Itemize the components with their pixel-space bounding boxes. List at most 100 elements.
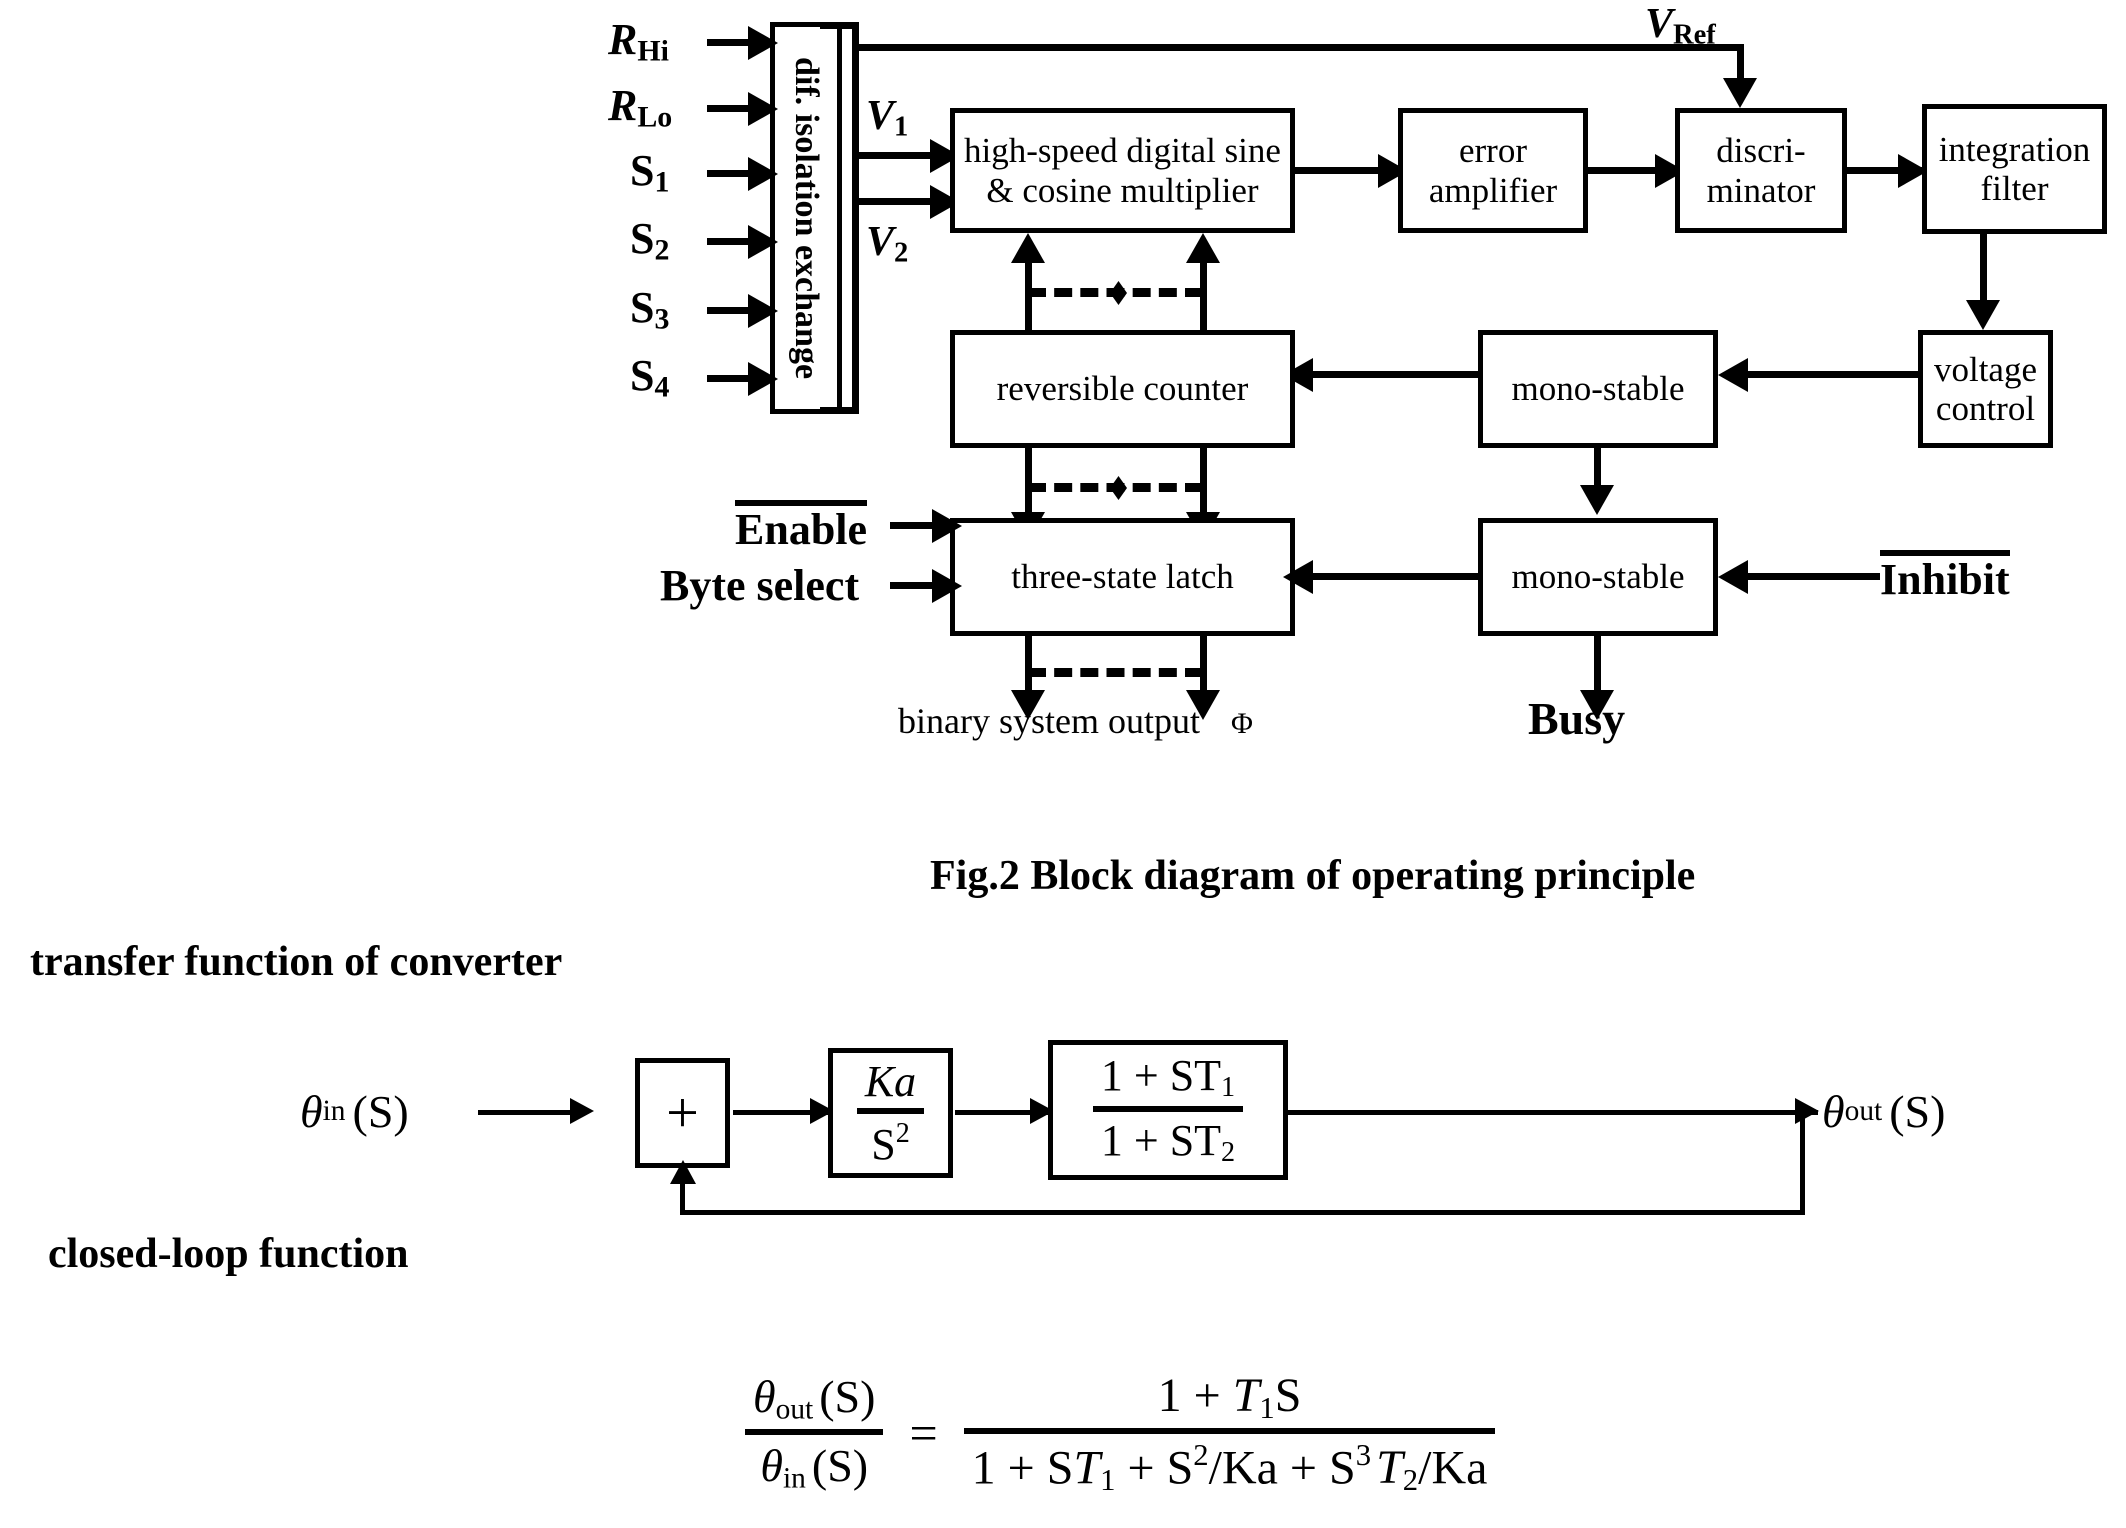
input-label-r-lo: RLo [608,80,672,135]
block-mono-stable-lower: mono-stable [1478,518,1718,636]
transfer-function-heading: transfer function of converter [30,939,563,985]
figure-page: dif. isolation exchange RHi RLo S1 S2 S3… [0,0,2126,1528]
control-input-inhibit-text: Inhibit [1880,550,2010,602]
input-arrowhead-s2 [748,225,778,259]
transfer-arrowhead-input-to-sum [570,1098,594,1124]
line-voltage-control-to-monostable-upper [1725,371,1921,378]
input-label-r-hi-text: R [608,15,638,64]
block-voltage-control-label: voltage control [1928,350,2043,428]
block-integration-filter-line1: integration [1938,129,2091,169]
closed-loop-rhs-num-p3: S [1274,1369,1302,1422]
closed-loop-lhs-num-theta: θ [753,1371,776,1423]
transfer-block-lead-lag-num-prefix: 1 + ST [1100,1051,1222,1101]
output-label-binary-system-output: binary system output Φ [898,700,1253,742]
closed-loop-rhs-den-p5: /Ka + S [1208,1441,1356,1495]
block-diagram-fig2: dif. isolation exchange RHi RLo S1 S2 S3… [0,0,2126,760]
vref-label-text: V [1645,1,1674,47]
transfer-arrowhead-output [1795,1098,1819,1124]
transfer-block-gain-den-base: S [871,1119,896,1169]
transfer-feedback-vertical-right [1800,1110,1805,1215]
closed-loop-lhs-numerator: θout (S) [745,1370,884,1435]
transfer-block-lead-lag-num-sub: 1 [1221,1072,1236,1104]
vref-label: VRef [1645,0,1716,51]
closed-loop-rhs-num-p0: 1 + [1157,1369,1233,1422]
input-label-s2-sub: 2 [654,233,670,267]
block-integration-filter-line2: filter [1980,169,2049,208]
block-discriminator-label: discri- minator [1701,131,1822,209]
v1-label: V1 [866,92,908,143]
closed-loop-rhs-den-p8: 2 [1402,1462,1419,1497]
transfer-block-lead-lag-den-sub: 2 [1221,1137,1236,1169]
input-arrowhead-r-hi [748,26,778,60]
closed-loop-rhs-num-p2: 1 [1259,1390,1275,1425]
input-label-s3-sub: 3 [654,302,670,336]
transfer-block-lead-lag-den-prefix: 1 + ST [1100,1116,1222,1165]
transfer-block-gain-den-exponent: 2 [895,1118,910,1150]
block-three-state-latch-label: three-state latch [1011,557,1234,597]
closed-loop-rhs-den-p2: 1 [1100,1462,1116,1497]
output-label-busy-text: Busy [1528,693,1626,744]
transfer-block-lead-lag-fraction: 1 + ST1 1 + ST2 [1092,1051,1244,1169]
transfer-input-theta: θ [300,1086,323,1137]
block-integration-filter: integration filter [1922,104,2107,234]
output-bus-right-line [1200,636,1207,696]
dif-bracket-top [820,22,859,29]
input-label-s3: S3 [630,282,669,337]
output-bus-dashed [1028,668,1203,677]
input-label-s1-text: S [630,146,655,195]
block-reversible-counter-label: reversible counter [996,369,1249,409]
closed-loop-lhs-den-sub: in [782,1462,806,1495]
vref-label-sub: Ref [1673,19,1716,51]
input-arrowhead-s1 [748,157,778,191]
control-input-inhibit-arrowhead [1718,560,1748,594]
transfer-block-lead-lag: 1 + ST1 1 + ST2 [1048,1040,1288,1180]
transfer-output-theta: θ [1822,1086,1845,1137]
bus-counter-to-latch-marker [1110,476,1127,500]
control-input-enable-arrowhead [932,509,962,543]
closed-loop-lhs: θout (S) θ in (S) [745,1370,884,1495]
input-label-s1-sub: 1 [654,165,670,199]
block-voltage-control: voltage control [1918,330,2053,448]
transfer-block-gain: Ka S2 [828,1048,953,1178]
input-label-r-hi: RHi [608,14,669,69]
input-label-r-lo-text: R [608,81,638,130]
transfer-feedback-vertical-left [680,1180,685,1212]
block-reversible-counter: reversible counter [950,330,1295,448]
control-input-byte-select-text: Byte select [660,561,860,610]
bus-counter-to-multiplier-left-arrowhead [1011,233,1045,263]
v2-label-sub: 2 [894,237,909,269]
dif-outer-bracket [852,22,859,414]
arrowhead-monostable-lower-to-latch [1283,560,1313,594]
dif-bracket-bottom [820,407,859,414]
block-mono-stable-lower-label: mono-stable [1511,557,1685,597]
input-label-s4: S4 [630,350,669,405]
vref-arrowhead [1723,78,1757,108]
output-label-busy: Busy [1528,692,1625,745]
transfer-feedback-horizontal [680,1210,1805,1215]
arrowhead-monostable-upper-to-lower [1580,485,1614,515]
line-monostable-upper-to-lower [1594,448,1601,490]
line-monostable-lower-to-latch [1290,573,1480,580]
arrowhead-voltage-control-to-monostable-upper [1718,358,1748,392]
closed-loop-equation: θout (S) θin (S) = 1 + T1S 1 + ST1 + S2/Ka… [745,1368,1496,1498]
closed-loop-rhs: 1 + T1S 1 + ST1 + S2/Ka + S3 T2/Ka [963,1368,1496,1498]
control-input-enable-text: Enable [735,500,868,552]
block-discriminator-line2: minator [1706,170,1816,210]
output-label-binary-system-output-symbol: Φ [1230,707,1253,740]
input-label-s3-text: S [630,283,655,332]
transfer-block-lead-lag-denominator: 1 + ST2 [1093,1112,1243,1169]
transfer-output-sub: out [1844,1095,1883,1127]
output-bus-left-line [1025,636,1032,696]
vref-bus-horizontal [852,44,1744,51]
block-integration-filter-label: integration filter [1933,130,2097,208]
block-mono-stable-upper-label: mono-stable [1511,369,1685,409]
closed-loop-rhs-den-p1: T [1073,1441,1101,1495]
bus-counter-to-multiplier-right-arrowhead [1186,233,1220,263]
closed-loop-rhs-num-p1: T [1232,1369,1260,1422]
v2-label-text: V [866,219,895,265]
closed-loop-lhs-num-arg: (S) [819,1371,876,1423]
v2-label: V2 [866,218,908,269]
closed-loop-rhs-den-p3: + S [1115,1441,1194,1495]
dif-isolation-exchange-block: dif. isolation exchange [770,22,842,414]
input-label-s2: S2 [630,213,669,268]
